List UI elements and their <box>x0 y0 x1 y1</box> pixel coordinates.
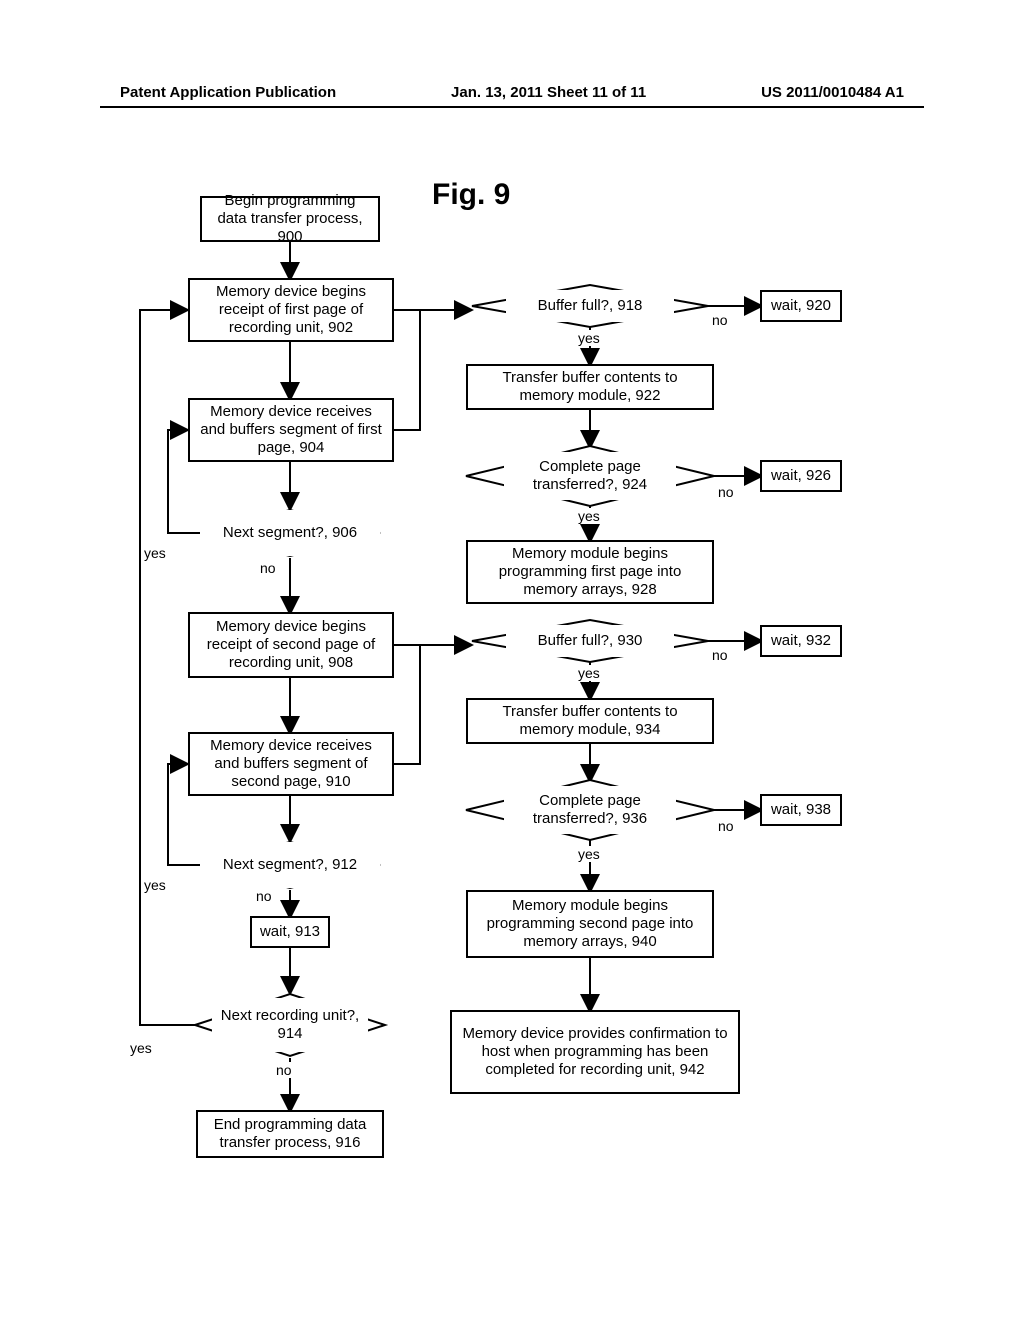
process-buffer-second-910: Memory device receives and buffers segme… <box>188 732 394 796</box>
process-wait-913: wait, 913 <box>250 916 330 948</box>
figure-title: Fig. 9 <box>432 178 510 212</box>
process-wait-926: wait, 926 <box>760 460 842 492</box>
label-yes-936: yes <box>578 846 600 862</box>
process-transfer-buffer-934: Transfer buffer contents to memory modul… <box>466 698 714 744</box>
label-no-930: no <box>712 647 728 663</box>
page-header: Patent Application Publication Jan. 13, … <box>0 84 1024 101</box>
decision-next-recording-914: Next recording unit?, 914 <box>212 998 368 1052</box>
label-no-918: no <box>712 312 728 328</box>
label-yes-912: yes <box>144 877 166 893</box>
process-program-second-940: Memory module begins programming second … <box>466 890 714 958</box>
decision-next-segment-912: Next segment?, 912 <box>200 842 380 888</box>
header-center: Jan. 13, 2011 Sheet 11 of 11 <box>451 84 646 101</box>
process-end-916: End programming data transfer process, 9… <box>196 1110 384 1158</box>
header-right: US 2011/0010484 A1 <box>761 84 904 101</box>
label-yes-918: yes <box>578 330 600 346</box>
process-wait-938: wait, 938 <box>760 794 842 826</box>
label-no-912: no <box>256 888 272 904</box>
process-program-first-928: Memory module begins programming first p… <box>466 540 714 604</box>
decision-page-transferred-936: Complete page transferred?, 936 <box>504 786 676 834</box>
decision-buffer-full-918: Buffer full?, 918 <box>506 290 674 322</box>
header-rule <box>100 106 924 108</box>
process-receive-second-908: Memory device begins receipt of second p… <box>188 612 394 678</box>
process-transfer-buffer-922: Transfer buffer contents to memory modul… <box>466 364 714 410</box>
decision-buffer-full-930: Buffer full?, 930 <box>506 625 674 657</box>
label-no-906: no <box>260 560 276 576</box>
process-begin-900: Begin programming data transfer process,… <box>200 196 380 242</box>
decision-page-transferred-924: Complete page transferred?, 924 <box>504 452 676 500</box>
label-no-936: no <box>718 818 734 834</box>
flowchart-connectors <box>0 0 1024 1320</box>
label-yes-914: yes <box>130 1040 152 1056</box>
label-yes-906: yes <box>144 545 166 561</box>
decision-next-segment-906: Next segment?, 906 <box>200 510 380 556</box>
process-wait-920: wait, 920 <box>760 290 842 322</box>
process-buffer-first-904: Memory device receives and buffers segme… <box>188 398 394 462</box>
label-no-914: no <box>276 1062 292 1078</box>
label-yes-930: yes <box>578 665 600 681</box>
label-no-924: no <box>718 484 734 500</box>
process-receive-first-902: Memory device begins receipt of first pa… <box>188 278 394 342</box>
label-yes-924: yes <box>578 508 600 524</box>
header-left: Patent Application Publication <box>120 84 336 101</box>
process-confirmation-942: Memory device provides confirmation to h… <box>450 1010 740 1094</box>
process-wait-932: wait, 932 <box>760 625 842 657</box>
